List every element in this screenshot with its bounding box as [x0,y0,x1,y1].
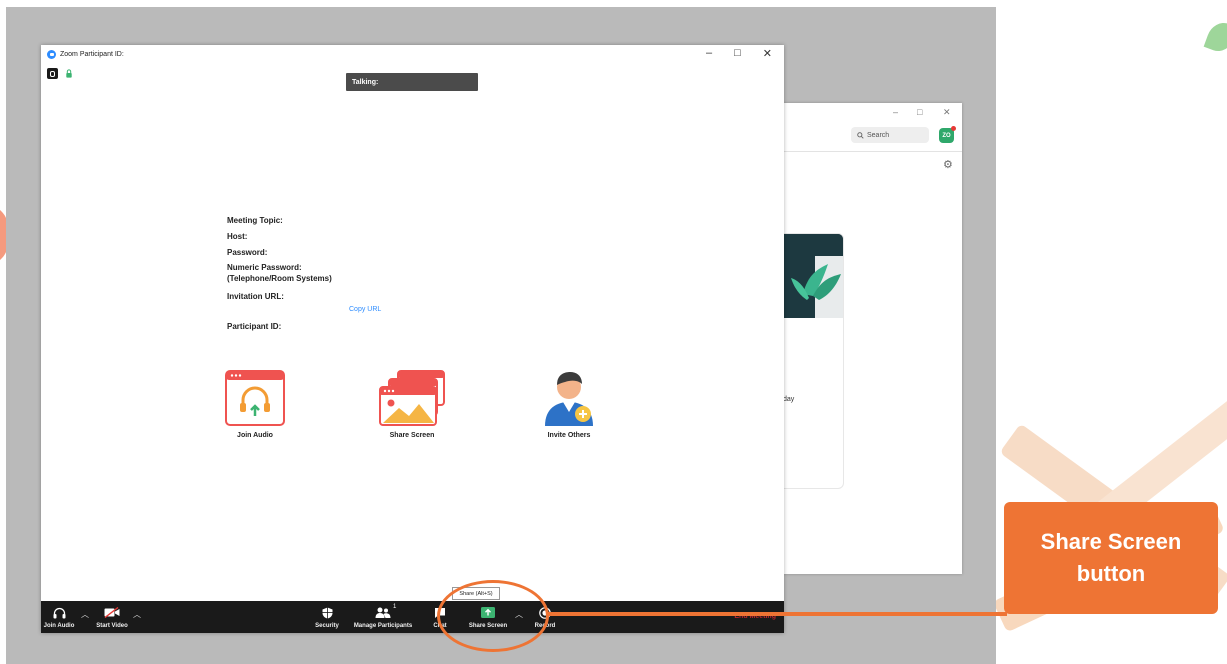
video-off-icon [104,607,120,618]
share-screen-label: Share Screen [389,432,435,439]
invite-others-label: Invite Others [547,432,591,439]
minimize-icon[interactable]: – [706,47,712,60]
callout-highlight-circle [437,580,549,652]
security-button-label: Security [315,622,339,629]
join-audio-button[interactable]: Join Audio [43,601,75,633]
numeric-password-sublabel: (Telephone/Room Systems) [227,274,332,283]
password-label: Password: [227,248,268,257]
video-options-caret-icon[interactable]: ︿ [133,609,141,620]
maximize-icon[interactable]: □ [734,47,741,60]
close-icon[interactable]: ✕ [763,47,772,60]
window-title: Zoom Participant ID: [60,50,124,58]
participants-icon [375,607,391,618]
zoom-meeting-window: Zoom Participant ID: – □ ✕ Talking: Meet… [41,45,784,633]
start-video-button-label: Start Video [96,622,128,629]
plant-illustration [783,234,843,318]
headphones-icon [53,607,65,618]
notification-dot [951,126,956,131]
card-text: day [783,396,795,403]
callout-connector-line [547,612,1007,616]
search-icon [857,131,864,139]
calendar-card: day [783,233,844,489]
talking-label: Talking: [352,78,379,86]
share-screen-icon [379,370,445,426]
invite-person-icon [543,370,595,426]
gear-icon[interactable]: ⚙ [943,158,953,171]
background-zoom-window: – □ ✕ Search ZO ⚙ day [783,103,962,574]
close-icon[interactable]: ✕ [943,107,951,118]
audio-options-caret-icon[interactable]: ︿ [81,609,89,620]
security-button[interactable]: Security [311,601,343,633]
search-placeholder: Search [867,131,890,139]
manage-participants-button-label: Manage Participants [353,622,413,629]
join-audio-label: Join Audio [237,432,273,439]
lock-icon[interactable] [66,69,72,78]
participant-id-label: Participant ID: [227,322,282,331]
callout-line-1: Share Screen [1040,529,1182,554]
numeric-password-label: Numeric Password: [227,263,302,272]
zoom-logo-icon [47,49,56,59]
search-input[interactable]: Search [851,127,929,143]
invitation-url-label: Invitation URL: [227,292,284,301]
meeting-toolbar: Join Audio ︿ Start Video ︿ Security Mana… [41,601,784,633]
start-video-button[interactable]: Start Video [93,601,131,633]
meeting-topic-label: Meeting Topic: [227,216,283,225]
shield-icon [322,607,332,618]
meeting-info-icon[interactable] [47,68,58,79]
headphones-icon [225,370,285,426]
join-audio-button-label: Join Audio [43,622,75,629]
share-screen-action[interactable]: Share Screen [352,370,472,439]
decorative-leaf [1203,18,1227,56]
invite-others-action[interactable]: Invite Others [509,370,629,439]
copy-url-link[interactable]: Copy URL [349,306,381,313]
avatar-initials: ZO [942,132,951,139]
manage-participants-button[interactable]: Manage Participants 1 [351,601,415,633]
callout-label-box: Share Screen button [1004,502,1218,614]
host-label: Host: [227,232,248,241]
join-audio-action[interactable]: Join Audio [195,370,315,439]
maximize-icon[interactable]: □ [917,107,922,117]
title-bar: Zoom Participant ID: – □ ✕ [41,45,784,63]
callout-line-2: button [1076,561,1146,586]
participant-count-badge: 1 [393,604,397,610]
divider [783,151,962,152]
avatar[interactable]: ZO [939,126,956,143]
minimize-icon[interactable]: – [893,107,898,117]
talking-indicator: Talking: [346,73,478,91]
